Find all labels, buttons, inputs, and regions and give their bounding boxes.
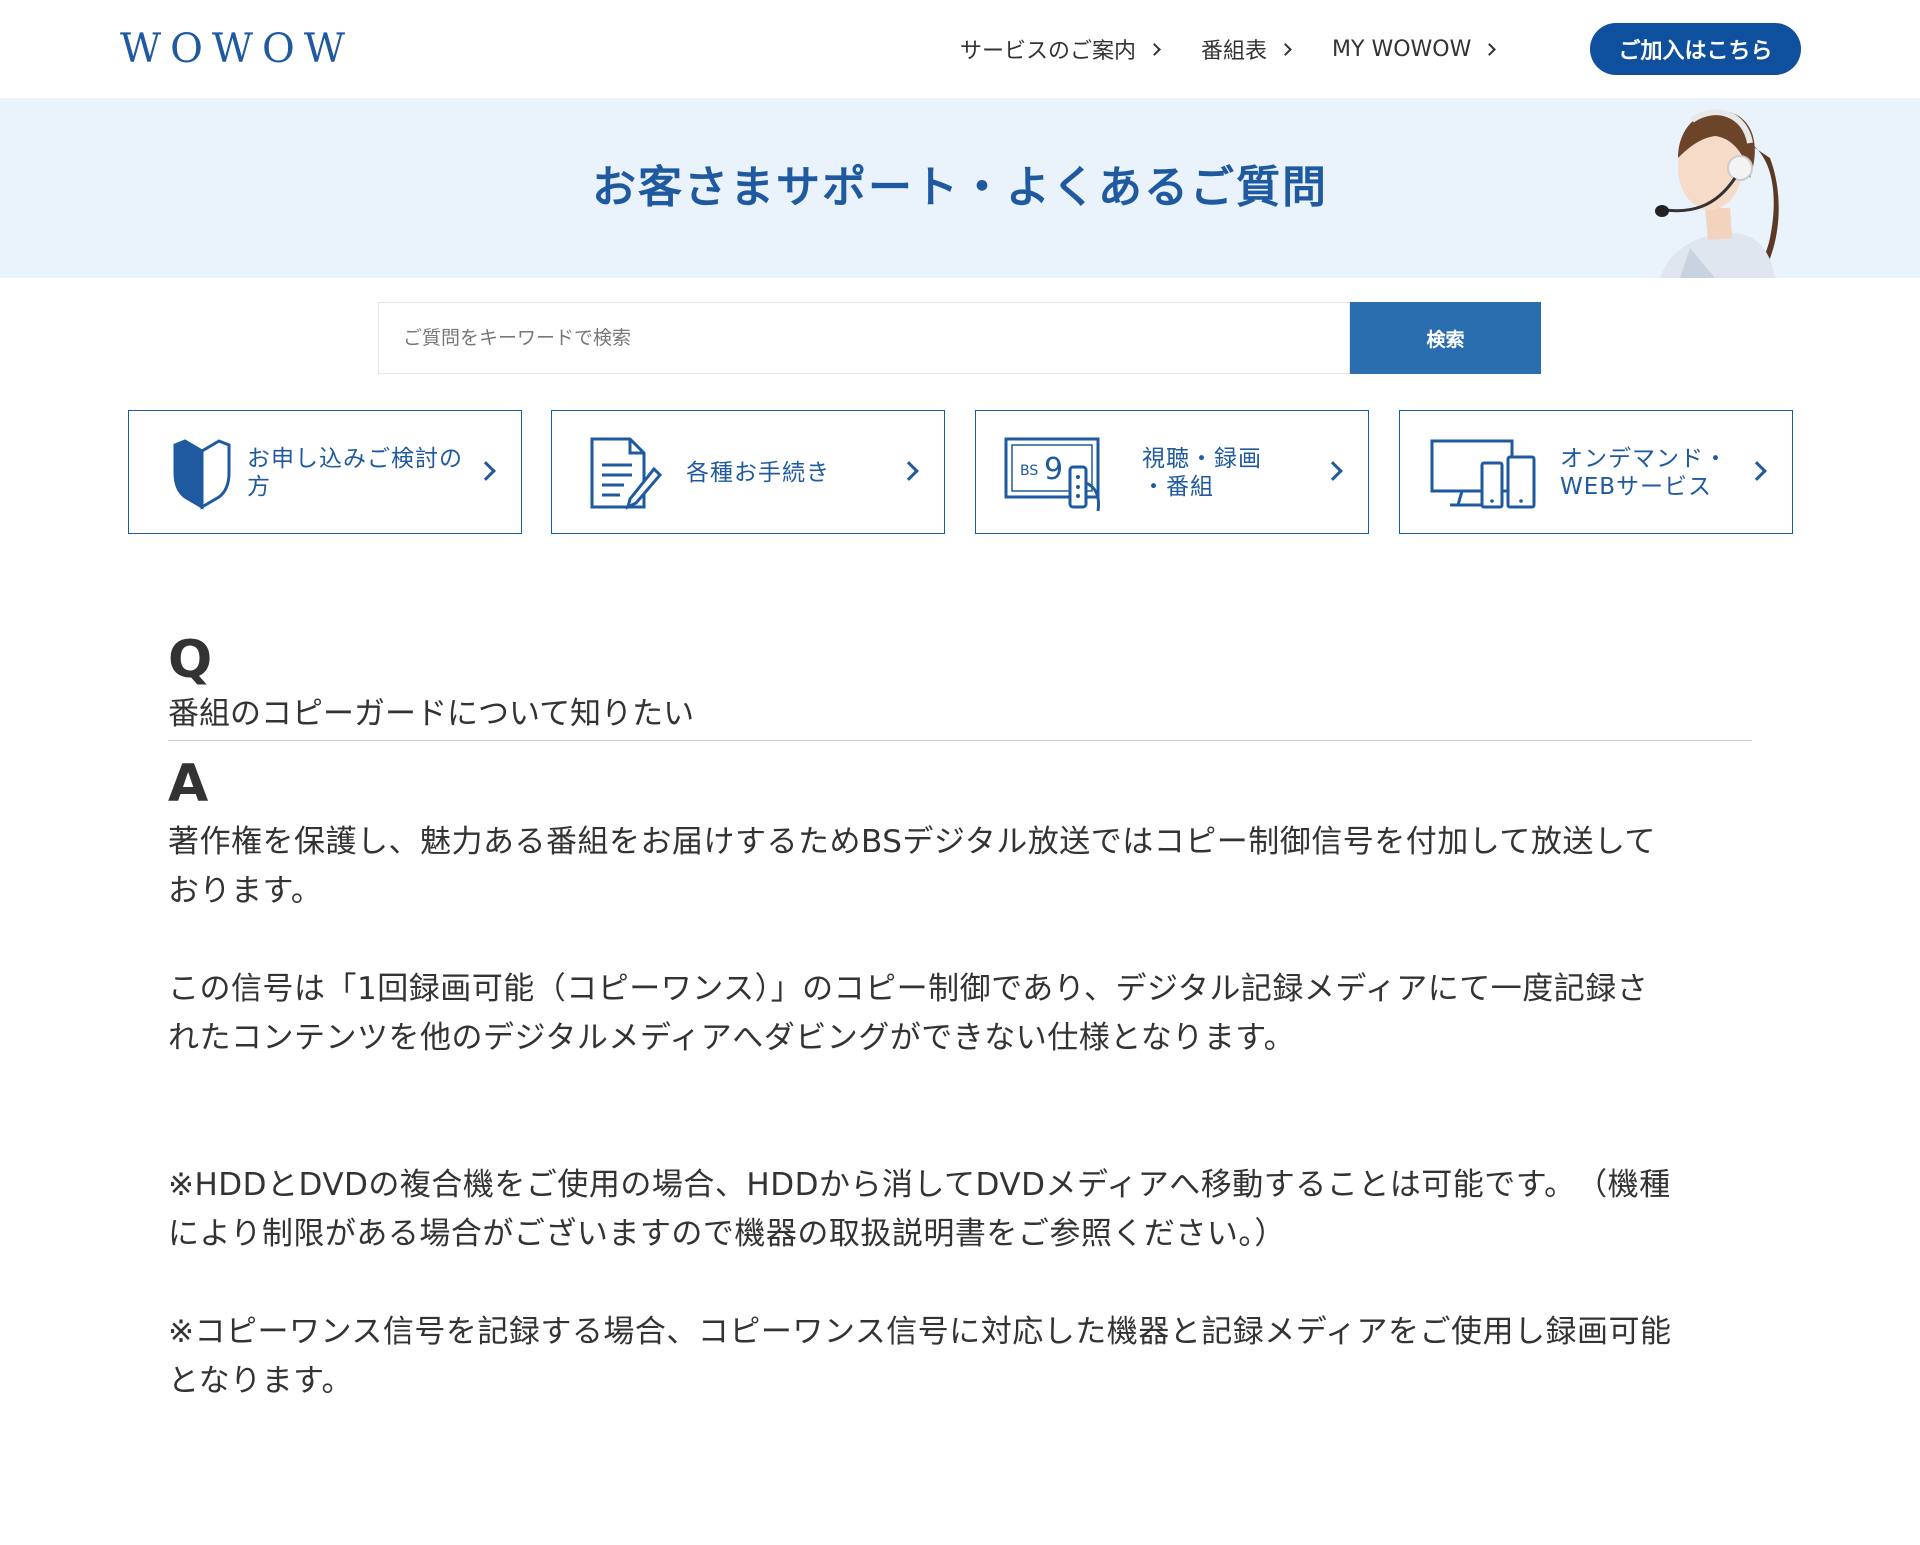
question-marker: Q xyxy=(168,630,213,690)
answer-line: ※コピーワンス信号を記録する場合、コピーワンス信号に対応した機器と記録メディアを… xyxy=(168,1314,1672,1350)
answer-line: れたコンテンツを他のデジタルメディアへダビングができない仕様となります。 xyxy=(168,1020,1296,1056)
category-label: お申し込みご検討の 方 xyxy=(247,411,477,535)
category-label-line: 視聴・録画 xyxy=(1142,446,1262,472)
nav-item-program-guide[interactable]: 番組表 xyxy=(1201,33,1292,65)
answer-line: 著作権を保護し、魅力ある番組をお届けするためBSデジタル放送ではコピー制御信号を… xyxy=(168,824,1656,860)
answer-marker: A xyxy=(168,754,209,814)
nav-item-my-wowow[interactable]: MY WOWOW xyxy=(1332,36,1497,62)
wowow-logo[interactable]: WOWOW xyxy=(120,24,354,74)
category-label-line: ・番組 xyxy=(1142,474,1214,500)
divider xyxy=(168,740,1752,741)
category-label: オンデマンド・ WEBサービス xyxy=(1560,411,1740,535)
devices-icon xyxy=(1430,439,1536,509)
category-label-line: 各種お手続き xyxy=(686,460,830,486)
global-nav: サービスのご案内 番組表 MY WOWOW xyxy=(960,23,1536,75)
hero-banner: お客さまサポート・よくあるご質問 xyxy=(0,98,1920,278)
category-label-line: オンデマンド・ xyxy=(1560,446,1728,472)
nav-item-label: 番組表 xyxy=(1201,39,1268,64)
category-card-procedures[interactable]: 各種お手続き xyxy=(551,410,945,534)
category-label-line: WEBサービス xyxy=(1560,474,1713,500)
nav-item-service-guide[interactable]: サービスのご案内 xyxy=(960,33,1161,65)
svg-text:BS: BS xyxy=(1020,463,1038,479)
answer-line: おります。 xyxy=(168,873,323,909)
category-card-consider-subscription[interactable]: お申し込みご検討の 方 xyxy=(128,410,522,534)
chevron-right-icon xyxy=(1279,42,1292,56)
answer-line: ※HDDとDVDの複合機をご使用の場合、HDDから消してDVDメディアへ移動する… xyxy=(168,1167,1671,1203)
chevron-right-icon xyxy=(899,461,919,481)
chevron-right-icon xyxy=(1323,461,1343,481)
beginner-mark-icon xyxy=(173,439,231,510)
category-label-line: 方 xyxy=(247,474,271,500)
category-label: 視聴・録画 ・番組 xyxy=(1142,411,1312,535)
question-text: 番組のコピーガードについて知りたい xyxy=(168,696,695,732)
svg-text:9: 9 xyxy=(1044,452,1063,487)
category-card-on-demand-web[interactable]: オンデマンド・ WEBサービス xyxy=(1399,410,1793,534)
faq-search-input[interactable] xyxy=(378,302,1350,374)
nav-item-label: MY WOWOW xyxy=(1332,36,1472,62)
nav-item-label: サービスのご案内 xyxy=(960,39,1137,64)
site-header: WOWOW サービスのご案内 番組表 MY WOWOW ご加入はこちら xyxy=(0,0,1920,98)
category-card-viewing-recording[interactable]: BS 9 視聴・録画 ・番組 xyxy=(975,410,1369,534)
join-button[interactable]: ご加入はこちら xyxy=(1590,23,1801,75)
search-button[interactable]: 検索 xyxy=(1350,302,1541,374)
answer-line: となります。 xyxy=(168,1363,353,1399)
chevron-right-icon xyxy=(1483,42,1497,56)
support-operator-image xyxy=(1655,109,1779,278)
chevron-right-icon xyxy=(1747,461,1767,481)
chevron-right-icon xyxy=(476,461,496,481)
tv-remote-icon: BS 9 xyxy=(1004,437,1100,512)
chevron-right-icon xyxy=(1148,42,1161,56)
answer-line: この信号は「1回録画可能（コピーワンス）」のコピー制御であり、デジタル記録メディ… xyxy=(168,971,1649,1007)
category-label: 各種お手続き xyxy=(686,411,886,535)
category-label-line: お申し込みご検討の xyxy=(247,446,463,472)
answer-body: 著作権を保護し、魅力ある番組をお届けするためBSデジタル放送ではコピー制御信号を… xyxy=(168,818,1758,1406)
document-pen-icon xyxy=(590,437,663,510)
answer-line: により制限がある場合がございますので機器の取扱説明書をご参照ください。） xyxy=(168,1216,1286,1252)
